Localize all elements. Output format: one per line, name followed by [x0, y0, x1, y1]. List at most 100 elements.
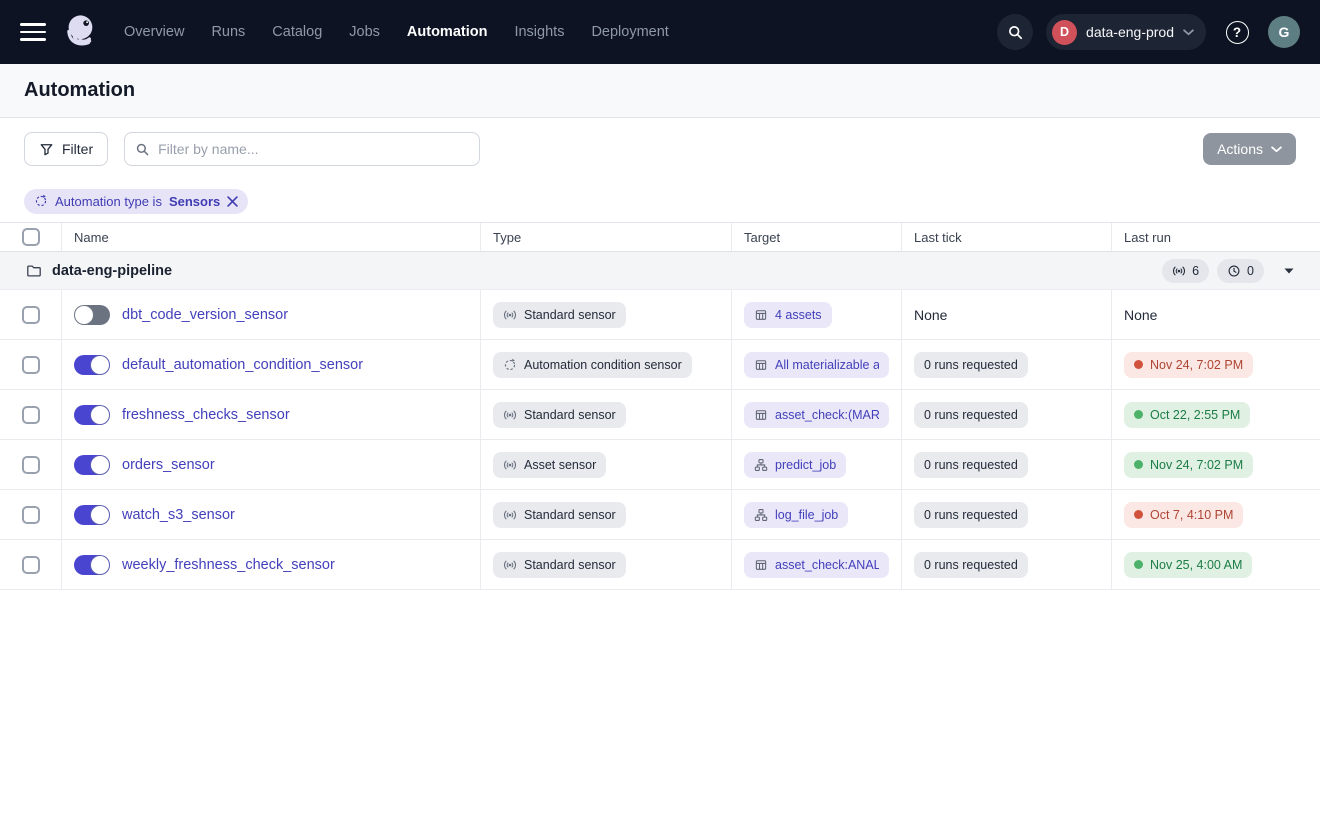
sensor-type-badge: Asset sensor: [493, 452, 606, 478]
target-badge[interactable]: 4 assets: [744, 302, 832, 328]
select-all-checkbox[interactable]: [22, 228, 40, 246]
row-checkbox[interactable]: [22, 406, 40, 424]
last-run-badge[interactable]: Nov 24, 7:02 PM: [1124, 352, 1253, 378]
code-location-group-row: data-eng-pipeline 6 0: [0, 252, 1320, 290]
sensors-count-badge: 6: [1162, 259, 1209, 283]
sensor-toggle[interactable]: [74, 405, 110, 425]
sensor-type-badge: Standard sensor: [493, 552, 626, 578]
target-badge[interactable]: All materializable as: [744, 352, 889, 378]
caret-down-icon: [1284, 268, 1294, 274]
sensor-name-link[interactable]: dbt_code_version_sensor: [122, 307, 288, 323]
nav-item-deployment[interactable]: Deployment: [591, 24, 668, 40]
filter-chip-prefix: Automation type is: [55, 194, 162, 209]
sensor-toggle[interactable]: [74, 555, 110, 575]
column-header-last-run: Last run: [1112, 223, 1320, 251]
funnel-icon: [39, 142, 54, 157]
job-icon: [754, 508, 768, 522]
sensor-toggle[interactable]: [74, 505, 110, 525]
active-filters-row: Automation type is Sensors: [0, 180, 1320, 222]
asset-icon: [754, 558, 768, 572]
target-badge[interactable]: log_file_job: [744, 502, 848, 528]
search-button[interactable]: [997, 14, 1033, 50]
sensor-name-link[interactable]: orders_sensor: [122, 457, 215, 473]
run-status-dot: [1134, 360, 1143, 369]
deployment-name: data-eng-prod: [1086, 24, 1174, 40]
row-checkbox[interactable]: [22, 356, 40, 374]
table-row: freshness_checks_sensor Standard sensor …: [0, 390, 1320, 440]
table-row: weekly_freshness_check_sensor Standard s…: [0, 540, 1320, 590]
sensor-type-badge: Standard sensor: [493, 502, 626, 528]
sensor-name-link[interactable]: watch_s3_sensor: [122, 507, 235, 523]
name-filter-input[interactable]: [158, 141, 469, 157]
run-status-dot: [1134, 410, 1143, 419]
title-bar: Automation: [0, 64, 1320, 118]
sensor-icon: [503, 408, 517, 422]
last-tick-badge: 0 runs requested: [914, 402, 1028, 428]
asset-icon: [754, 308, 768, 322]
name-filter-field: [124, 132, 480, 166]
folder-icon: [26, 263, 42, 279]
nav-item-catalog[interactable]: Catalog: [272, 24, 322, 40]
automation-condition-icon: [503, 358, 517, 372]
dagster-logo[interactable]: [59, 10, 103, 54]
column-header-last-tick: Last tick: [902, 223, 1112, 251]
target-badge[interactable]: asset_check:ANALY: [744, 552, 889, 578]
last-run-badge[interactable]: Oct 22, 2:55 PM: [1124, 402, 1250, 428]
help-button[interactable]: ?: [1219, 14, 1255, 50]
last-run-badge[interactable]: Oct 7, 4:10 PM: [1124, 502, 1243, 528]
collapse-group-button[interactable]: [1278, 264, 1300, 278]
sensor-name-link[interactable]: freshness_checks_sensor: [122, 407, 290, 423]
table-row: dbt_code_version_sensor Standard sensor …: [0, 290, 1320, 340]
row-checkbox[interactable]: [22, 306, 40, 324]
row-checkbox[interactable]: [22, 456, 40, 474]
asset-icon: [754, 408, 768, 422]
nav-item-jobs[interactable]: Jobs: [349, 24, 380, 40]
nav-item-overview[interactable]: Overview: [124, 24, 184, 40]
sensor-toggle[interactable]: [74, 305, 110, 325]
close-icon: [227, 196, 238, 207]
row-checkbox[interactable]: [22, 556, 40, 574]
last-run-badge[interactable]: Nov 24, 7:02 PM: [1124, 452, 1253, 478]
filter-button[interactable]: Filter: [24, 132, 108, 166]
sensor-icon: [503, 458, 517, 472]
code-location-name: data-eng-pipeline: [52, 263, 172, 279]
page-title: Automation: [24, 79, 135, 102]
column-header-name: Name: [62, 223, 481, 251]
sensors-table: Name Type Target Last tick Last run data…: [0, 222, 1320, 590]
table-row: default_automation_condition_sensor Auto…: [0, 340, 1320, 390]
row-checkbox[interactable]: [22, 506, 40, 524]
chevron-down-icon: [1271, 146, 1282, 153]
clock-icon: [1227, 264, 1241, 278]
sensor-name-link[interactable]: default_automation_condition_sensor: [122, 357, 363, 373]
user-avatar[interactable]: G: [1268, 16, 1300, 48]
remove-filter-button[interactable]: [227, 196, 238, 207]
asset-icon: [754, 358, 768, 372]
deployment-avatar: D: [1052, 20, 1077, 45]
automation-condition-icon: [34, 194, 48, 208]
nav-item-insights[interactable]: Insights: [514, 24, 564, 40]
column-header-target: Target: [732, 223, 902, 251]
actions-button[interactable]: Actions: [1203, 133, 1296, 165]
search-icon: [135, 142, 150, 157]
hamburger-menu-icon[interactable]: [20, 22, 46, 42]
target-badge[interactable]: predict_job: [744, 452, 846, 478]
sensor-toggle[interactable]: [74, 455, 110, 475]
deployment-switcher[interactable]: D data-eng-prod: [1046, 14, 1206, 50]
run-status-dot: [1134, 460, 1143, 469]
filter-chip-automation-type[interactable]: Automation type is Sensors: [24, 189, 248, 214]
last-tick-badge: 0 runs requested: [914, 352, 1028, 378]
search-icon: [1007, 24, 1024, 41]
main-nav: Overview Runs Catalog Jobs Automation In…: [124, 24, 669, 40]
sensor-toggle[interactable]: [74, 355, 110, 375]
sensor-icon: [503, 508, 517, 522]
actions-button-label: Actions: [1217, 141, 1263, 157]
nav-right-controls: D data-eng-prod ? G: [997, 14, 1300, 50]
run-status-dot: [1134, 560, 1143, 569]
target-badge[interactable]: asset_check:(MARK: [744, 402, 889, 428]
nav-item-automation[interactable]: Automation: [407, 24, 488, 40]
last-run-badge[interactable]: Nov 25, 4:00 AM: [1124, 552, 1252, 578]
table-row: orders_sensor Asset sensor predict_job 0…: [0, 440, 1320, 490]
sensor-name-link[interactable]: weekly_freshness_check_sensor: [122, 557, 335, 573]
nav-item-runs[interactable]: Runs: [211, 24, 245, 40]
column-header-type: Type: [481, 223, 732, 251]
